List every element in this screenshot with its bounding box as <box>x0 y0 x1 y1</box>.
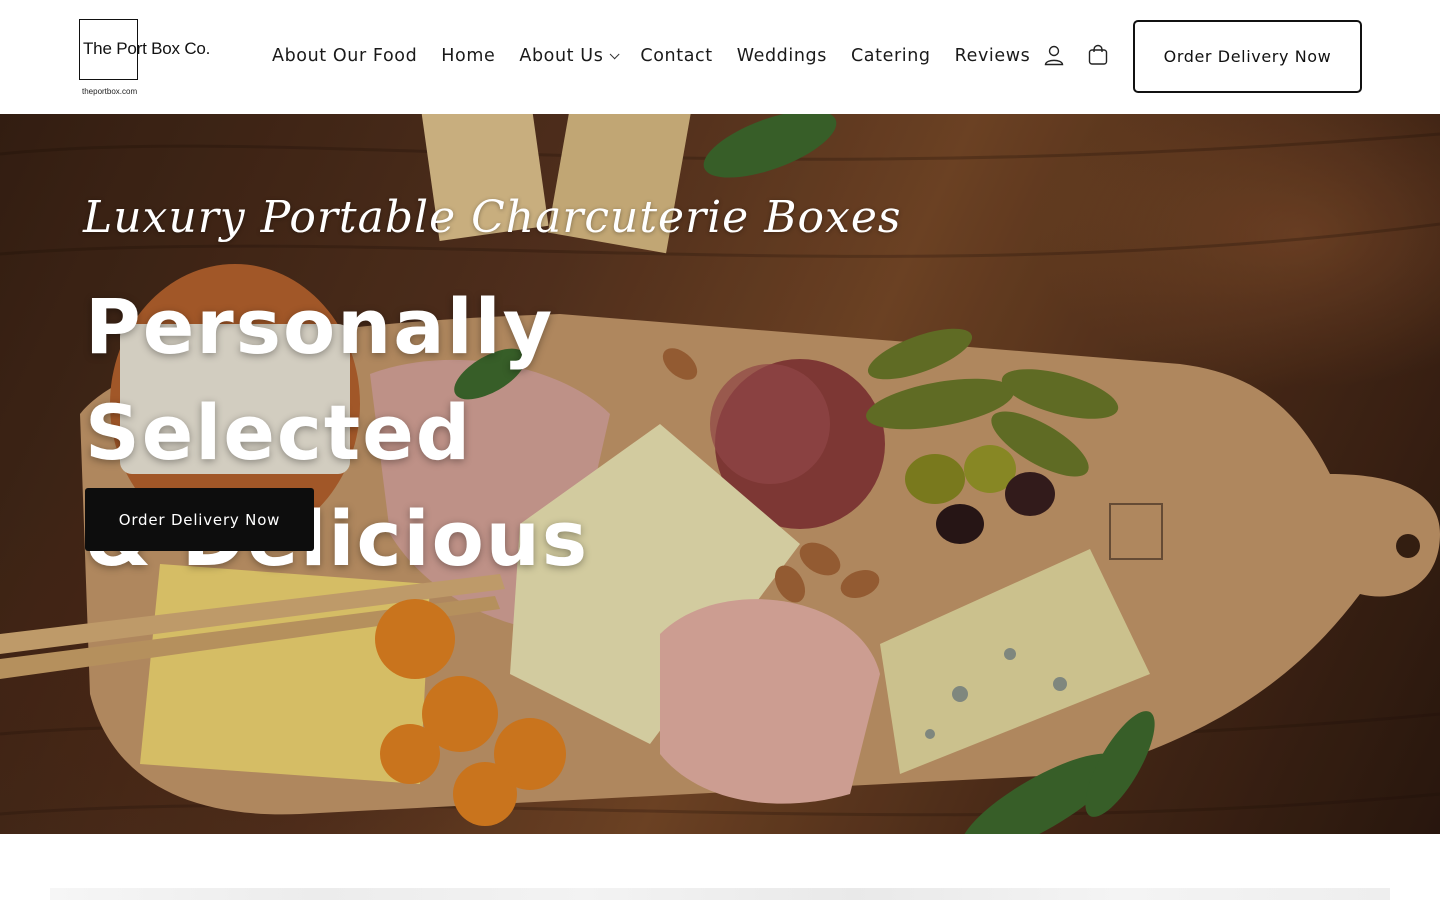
user-icon <box>1044 45 1064 66</box>
nav-item-contact[interactable]: Contact <box>640 46 712 66</box>
nav-item-home[interactable]: Home <box>441 46 495 66</box>
shopping-bag-icon <box>1088 44 1108 65</box>
nav-item-label: Catering <box>850 46 931 66</box>
hero-order-delivery-button[interactable]: Order Delivery Now <box>85 488 314 551</box>
logo-text: The Port Box Co. <box>83 39 211 58</box>
next-section-preview <box>50 888 1390 900</box>
order-delivery-button[interactable]: Order Delivery Now <box>1133 20 1362 93</box>
logo[interactable]: The Port Box Co. theportbox.com <box>79 19 229 101</box>
nav-item-about-our-food[interactable]: About Our Food <box>272 46 417 66</box>
site-header: The Port Box Co. theportbox.com About Ou… <box>0 0 1440 114</box>
nav-item-reviews[interactable]: Reviews <box>955 46 1031 66</box>
logo-url: theportbox.com <box>82 87 138 96</box>
hero-title-line-1: Personally Selected <box>85 282 555 477</box>
hero-subtitle: Luxury Portable Charcuterie Boxes <box>83 192 902 243</box>
chevron-down-icon <box>610 48 620 59</box>
nav-item-weddings[interactable]: Weddings <box>737 46 827 66</box>
account-button[interactable] <box>1041 42 1067 68</box>
nav-item-about-us[interactable]: About Us <box>519 46 620 66</box>
main-nav: About Our Food Home About Us Contact Wed… <box>272 44 1054 68</box>
nav-item-label: Weddings <box>736 46 827 66</box>
nav-item-catering[interactable]: Catering <box>851 46 931 66</box>
hero-banner: Luxury Portable Charcuterie Boxes Person… <box>0 114 1440 834</box>
cart-button[interactable] <box>1085 42 1111 68</box>
nav-item-label: About Us <box>519 46 604 66</box>
nav-item-label: Reviews <box>954 46 1031 66</box>
nav-item-label: About Our Food <box>272 46 418 66</box>
nav-item-label: Home <box>441 46 496 66</box>
nav-item-label: Contact <box>640 46 713 66</box>
